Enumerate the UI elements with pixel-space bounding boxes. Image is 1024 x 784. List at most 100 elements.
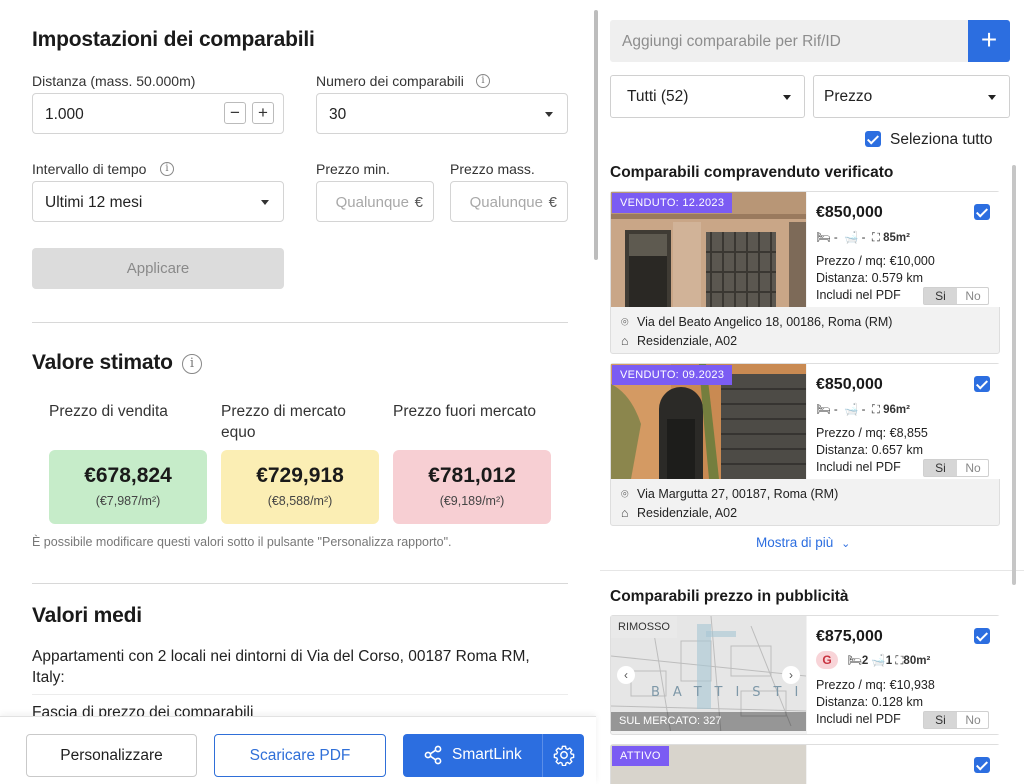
sale-price-per-sqm: (€7,987/m²)	[95, 494, 161, 508]
time-select[interactable]: Ultimi 12 mesi	[32, 181, 284, 222]
include-pdf-toggle[interactable]: Si No	[923, 459, 989, 477]
prev-photo-button[interactable]: ‹	[617, 666, 635, 684]
location-pin-icon: ⌾	[621, 315, 629, 329]
property-photo[interactable]: VENDUTO: 09.2023	[611, 364, 806, 479]
count-value: 30	[329, 106, 347, 123]
left-scrollbar[interactable]	[594, 10, 598, 260]
offmarket-price-per-sqm: (€9,189/m²)	[439, 494, 505, 508]
distance-input[interactable]: 1.000 − +	[32, 93, 284, 134]
add-comparable-button[interactable]: +	[968, 20, 1010, 62]
info-icon[interactable]: i	[160, 162, 174, 176]
card-price: €875,000	[816, 628, 883, 645]
filter-value: Tutti (52)	[627, 88, 689, 105]
address-text: Via Margutta 27, 00187, Roma (RM)	[637, 487, 839, 501]
ads-section-title: Comparabili prezzo in pubblicità	[610, 588, 849, 605]
sale-price-card: €678,824 (€7,987/m²)	[49, 450, 207, 524]
include-pdf-toggle[interactable]: Si No	[923, 711, 989, 729]
estimate-title: Valore stimato	[32, 351, 173, 374]
chevron-down-icon	[261, 200, 269, 205]
yes-option[interactable]: Si	[924, 288, 957, 304]
bath-icon: 🛁	[871, 655, 886, 667]
bath-count: -	[861, 232, 866, 244]
min-price-label: Prezzo min.	[316, 161, 390, 177]
card-info: €850,000 🛏 - 🛁 - ⛶ 85m² Prezzo / mq: €10…	[807, 192, 1000, 307]
divider	[32, 694, 568, 695]
card-distance: Distanza: 0.657 km	[816, 443, 923, 457]
address-text: Via del Beato Angelico 18, 00186, Roma (…	[637, 315, 893, 329]
right-scrollbar[interactable]	[1012, 165, 1016, 585]
sold-badge: VENDUTO: 12.2023	[612, 193, 733, 213]
bath-count: 1	[885, 655, 893, 667]
chevron-down-icon	[545, 112, 553, 117]
card-price: €850,000	[816, 204, 883, 221]
info-icon[interactable]: i	[182, 354, 202, 374]
smartlink-button[interactable]: SmartLink	[403, 734, 542, 777]
include-pdf-label: Includi nel PDF	[816, 288, 901, 302]
card-price-sqm: Prezzo / mq: €10,938	[816, 678, 935, 692]
comparable-card[interactable]: VENDUTO: 12.2023 €850,000 🛏 - 🛁 - ⛶ 85m²…	[610, 191, 1000, 354]
yes-option[interactable]: Si	[924, 712, 957, 728]
card-distance: Distanza: 0.579 km	[816, 271, 923, 285]
include-checkbox[interactable]	[974, 628, 990, 644]
filter-select[interactable]: Tutti (52)	[610, 75, 805, 118]
offmarket-price-label: Prezzo fuori mercato	[393, 403, 536, 420]
area-value: 96m²	[883, 404, 910, 416]
offmarket-price-card: €781,012 (€9,189/m²)	[393, 450, 551, 524]
gear-icon	[553, 745, 575, 766]
include-checkbox[interactable]	[974, 376, 990, 392]
max-price-label: Prezzo mass.	[450, 161, 535, 177]
verified-section-title: Comparabili compravenduto verificato	[610, 164, 894, 181]
add-comparable-input[interactable]: Aggiungi comparabile per Rif/ID	[610, 20, 968, 62]
min-price-input[interactable]: Qualunque €	[316, 181, 434, 222]
include-pdf-label: Includi nel PDF	[816, 712, 901, 726]
max-price-input[interactable]: Qualunque €	[450, 181, 568, 222]
show-more-link[interactable]: Mostra di più ⌄	[756, 535, 850, 550]
sort-value: Prezzo	[824, 88, 873, 105]
no-option[interactable]: No	[957, 712, 989, 728]
smartlink-settings-button[interactable]	[542, 734, 584, 777]
next-photo-button[interactable]: ›	[782, 666, 800, 684]
yes-option[interactable]: Si	[924, 460, 957, 476]
bed-icon: 🛏	[816, 232, 831, 244]
area-icon: ⛶	[871, 232, 880, 244]
no-option[interactable]: No	[957, 460, 989, 476]
property-map[interactable]: BATTISTI RIMOSSO ‹ › SUL MERCATO: 327	[611, 616, 806, 731]
sale-price-value: €678,824	[84, 464, 172, 487]
customize-button[interactable]: Personalizzare	[26, 734, 197, 777]
apply-button[interactable]: Applicare	[32, 248, 284, 289]
card-type: ⌂ Residenziale, A02	[621, 334, 737, 348]
fair-price-card: €729,918 (€8,588/m²)	[221, 450, 379, 524]
select-all-checkbox[interactable]	[865, 131, 881, 147]
info-icon[interactable]: i	[476, 74, 490, 88]
card-distance: Distanza: 0.128 km	[816, 695, 923, 709]
include-pdf-label: Includi nel PDF	[816, 460, 901, 474]
add-comparable-placeholder: Aggiungi comparabile per Rif/ID	[622, 33, 841, 50]
include-checkbox[interactable]	[974, 204, 990, 220]
rooms-count: 2	[861, 655, 869, 667]
increment-button[interactable]: +	[252, 102, 274, 124]
comparable-card[interactable]: BATTISTI RIMOSSO ‹ › SUL MERCATO: 327 €8…	[610, 615, 1000, 735]
decrement-button[interactable]: −	[224, 102, 246, 124]
card-price-sqm: Prezzo / mq: €8,855	[816, 426, 928, 440]
count-select[interactable]: 30	[316, 93, 568, 134]
bath-icon: 🛁	[844, 232, 859, 244]
fair-price-per-sqm: (€8,588/m²)	[267, 494, 333, 508]
comparable-card[interactable]: VENDUTO: 09.2023 €850,000 🛏 - 🛁 - ⛶ 96m²…	[610, 363, 1000, 526]
offmarket-price-value: €781,012	[428, 464, 516, 487]
smartlink-label: SmartLink	[452, 746, 522, 763]
property-photo[interactable]: ATTIVO	[611, 745, 806, 784]
property-photo[interactable]: VENDUTO: 12.2023	[611, 192, 806, 307]
share-icon	[424, 745, 442, 765]
bath-count: -	[861, 404, 866, 416]
download-pdf-button[interactable]: Scaricare PDF	[214, 734, 386, 777]
sort-select[interactable]: Prezzo	[813, 75, 1010, 118]
include-checkbox[interactable]	[974, 757, 990, 773]
sale-price-label: Prezzo di vendita	[49, 403, 168, 420]
sold-badge: VENDUTO: 09.2023	[612, 365, 733, 385]
no-option[interactable]: No	[957, 288, 989, 304]
card-price-sqm: Prezzo / mq: €10,000	[816, 254, 935, 268]
comparable-card[interactable]: ATTIVO	[610, 744, 1000, 784]
type-text: Residenziale, A02	[637, 506, 738, 520]
include-pdf-toggle[interactable]: Si No	[923, 287, 989, 305]
divider	[32, 583, 568, 584]
